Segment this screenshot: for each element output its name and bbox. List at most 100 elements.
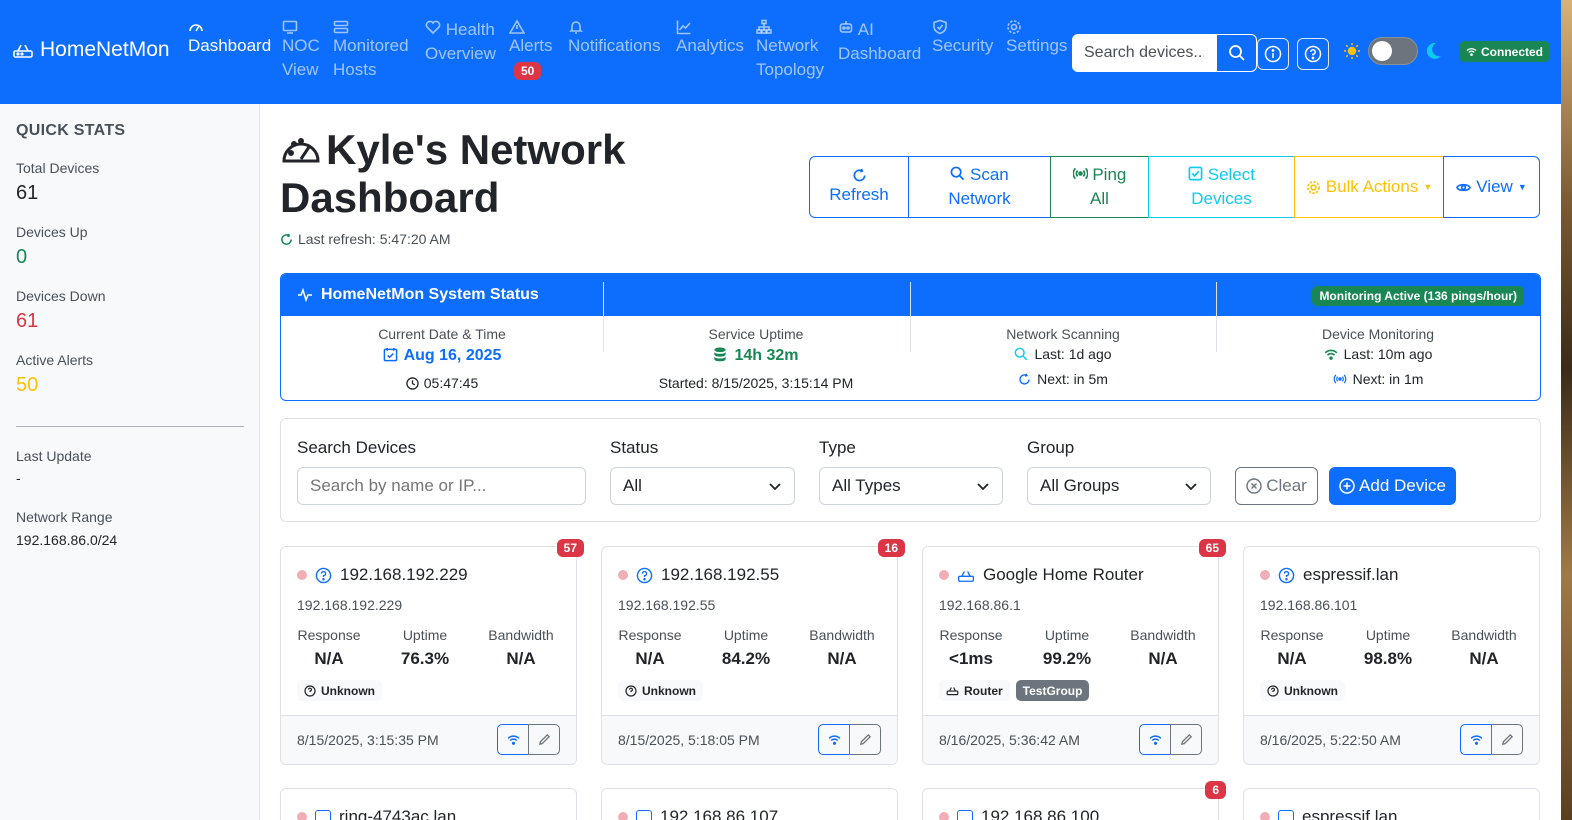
- check-square-icon: [1188, 166, 1203, 181]
- nav-ai-label-1: AI: [857, 20, 874, 39]
- uptime-panel: Service Uptime 14h 32m Started: 8/15/202…: [603, 316, 909, 400]
- device-type-icon: [957, 810, 973, 820]
- device-card[interactable]: 192.168.86.107: [601, 788, 898, 820]
- edit-device-button[interactable]: [849, 724, 881, 755]
- uptime-label: Uptime: [1044, 627, 1090, 643]
- device-tags: Unknown: [297, 680, 382, 701]
- nav-health-overview[interactable]: Health Overview: [425, 18, 496, 66]
- eye-icon: [1456, 183, 1472, 191]
- device-card[interactable]: ring-4743ac.lan: [280, 788, 577, 820]
- nav-notifications[interactable]: Notifications: [568, 18, 661, 58]
- bandwidth-label: Bandwidth: [1451, 627, 1517, 643]
- search-icon: [950, 166, 965, 181]
- response-label: Response: [1260, 627, 1324, 643]
- device-card[interactable]: 16 192.168.192.55 192.168.192.55 Response N/…: [601, 539, 905, 765]
- bandwidth-value: N/A: [1148, 649, 1178, 668]
- nav-ai-label-2: Dashboard: [838, 44, 922, 63]
- nav-security[interactable]: Security: [932, 18, 993, 58]
- device-tags: Unknown: [1260, 680, 1345, 701]
- device-group-badge: TestGroup: [1015, 680, 1090, 701]
- connection-status-text: Connected: [1481, 44, 1544, 59]
- network-range-label: Network Range: [16, 509, 113, 525]
- group-filter-select[interactable]: All Groups: [1027, 467, 1211, 505]
- scan-last-text: Last: 1d ago: [1034, 346, 1112, 362]
- status-filter-select[interactable]: All: [610, 467, 795, 505]
- diagram-icon: [756, 18, 824, 36]
- status-dot: [297, 812, 307, 820]
- bulk-actions-dropdown[interactable]: Bulk Actions ▼: [1294, 156, 1444, 218]
- uptime-label: Uptime: [1365, 627, 1411, 643]
- scan-network-button[interactable]: Scan Network: [908, 156, 1051, 218]
- wifi-icon: [1466, 48, 1477, 56]
- uptime-value: 99.2%: [1042, 649, 1092, 668]
- brand[interactable]: HomeNetMon: [12, 38, 170, 62]
- status-dot: [297, 570, 307, 580]
- ping-label-2: All: [1090, 189, 1109, 208]
- theme-toggle[interactable]: [1368, 37, 1418, 65]
- device-last-seen: 8/16/2025, 5:36:42 AM: [939, 732, 1080, 748]
- ping-device-button[interactable]: [1460, 724, 1492, 755]
- search-button[interactable]: [1216, 34, 1257, 72]
- ping-all-button[interactable]: Ping All: [1050, 156, 1149, 218]
- ping-device-button[interactable]: [1139, 724, 1171, 755]
- edit-device-button[interactable]: [528, 724, 560, 755]
- question-circle-icon: [1267, 684, 1279, 697]
- uptime-label: Service Uptime: [708, 326, 804, 342]
- uptime-label: Uptime: [723, 627, 769, 643]
- help-button[interactable]: [1297, 38, 1329, 70]
- clock-icon: [406, 377, 419, 390]
- scan-label-1: Scan: [969, 165, 1009, 184]
- bandwidth-metric: Bandwidth N/A: [1436, 627, 1532, 669]
- edit-device-button[interactable]: [1170, 724, 1202, 755]
- wifi-icon: [1324, 349, 1338, 360]
- bandwidth-label: Bandwidth: [1130, 627, 1196, 643]
- device-card[interactable]: 57 192.168.192.229 192.168.192.229 Response…: [280, 539, 584, 765]
- service-started: Started: 8/15/2025, 3:15:14 PM: [658, 375, 854, 391]
- device-card[interactable]: 6 192.168.86.100: [922, 781, 1226, 820]
- service-uptime: 14h 32m: [603, 347, 909, 365]
- plus-circle-icon: [1339, 478, 1355, 494]
- edit-device-button[interactable]: [1491, 724, 1523, 755]
- bandwidth-label: Bandwidth: [809, 627, 875, 643]
- device-search-input[interactable]: [1072, 34, 1216, 72]
- nav-dashboard[interactable]: Dashboard: [188, 18, 271, 58]
- device-card[interactable]: 65 Google Home Router 192.168.86.1 Response…: [922, 539, 1226, 765]
- ping-device-button[interactable]: [818, 724, 850, 755]
- device-card[interactable]: espressif.lan: [1243, 788, 1540, 820]
- info-button[interactable]: [1257, 38, 1289, 70]
- clear-filters-button[interactable]: Clear: [1235, 467, 1318, 505]
- nav-analytics[interactable]: Analytics: [676, 18, 744, 58]
- device-name-row: 192.168.192.229: [297, 565, 468, 585]
- nav-settings[interactable]: Settings: [1006, 18, 1067, 58]
- device-metrics: Response N/A Uptime 84.2% Bandwidth N/A: [602, 627, 899, 669]
- device-type-badge: Router: [939, 680, 1010, 701]
- nav-noc-label-2: View: [282, 60, 319, 79]
- device-name: espressif.lan: [1302, 807, 1398, 820]
- type-filter-select[interactable]: All Types: [819, 467, 1003, 505]
- view-dropdown[interactable]: View ▼: [1443, 156, 1540, 218]
- quick-stats-title: QUICK STATS: [16, 122, 126, 139]
- nav-monitored-hosts[interactable]: Monitored Hosts: [333, 18, 409, 82]
- speedometer-icon: [188, 18, 271, 36]
- brand-name: HomeNetMon: [40, 38, 170, 61]
- scan-label-2: Network: [948, 189, 1011, 208]
- device-name: 192.168.192.55: [661, 565, 780, 584]
- device-card[interactable]: espressif.lan 192.168.86.101 Response N/A Up…: [1243, 546, 1540, 765]
- nav-noc-view[interactable]: NOC View: [282, 18, 320, 82]
- nav-hosts-label-2: Hosts: [333, 60, 377, 79]
- ping-device-button[interactable]: [497, 724, 529, 755]
- select-devices-button[interactable]: Select Devices: [1148, 156, 1295, 218]
- nav-alerts[interactable]: Alerts 50: [508, 18, 552, 82]
- nav-network-topology[interactable]: Network Topology: [756, 18, 824, 82]
- add-device-button[interactable]: Add Device: [1329, 467, 1456, 505]
- device-name: Google Home Router: [983, 565, 1144, 584]
- refresh-button[interactable]: Refresh: [809, 156, 909, 218]
- uptime-metric: Uptime 76.3%: [377, 627, 473, 669]
- last-refresh: Last refresh: 5:47:20 AM: [280, 231, 451, 247]
- device-filter-search-input[interactable]: [297, 467, 586, 505]
- device-ip: 192.168.86.1: [939, 597, 1021, 613]
- uptime-metric: Uptime 99.2%: [1019, 627, 1115, 669]
- nav-ai-dashboard[interactable]: AI Dashboard: [838, 18, 921, 66]
- current-date-text: Aug 16, 2025: [403, 347, 502, 364]
- device-name-row: espressif.lan: [1260, 565, 1398, 585]
